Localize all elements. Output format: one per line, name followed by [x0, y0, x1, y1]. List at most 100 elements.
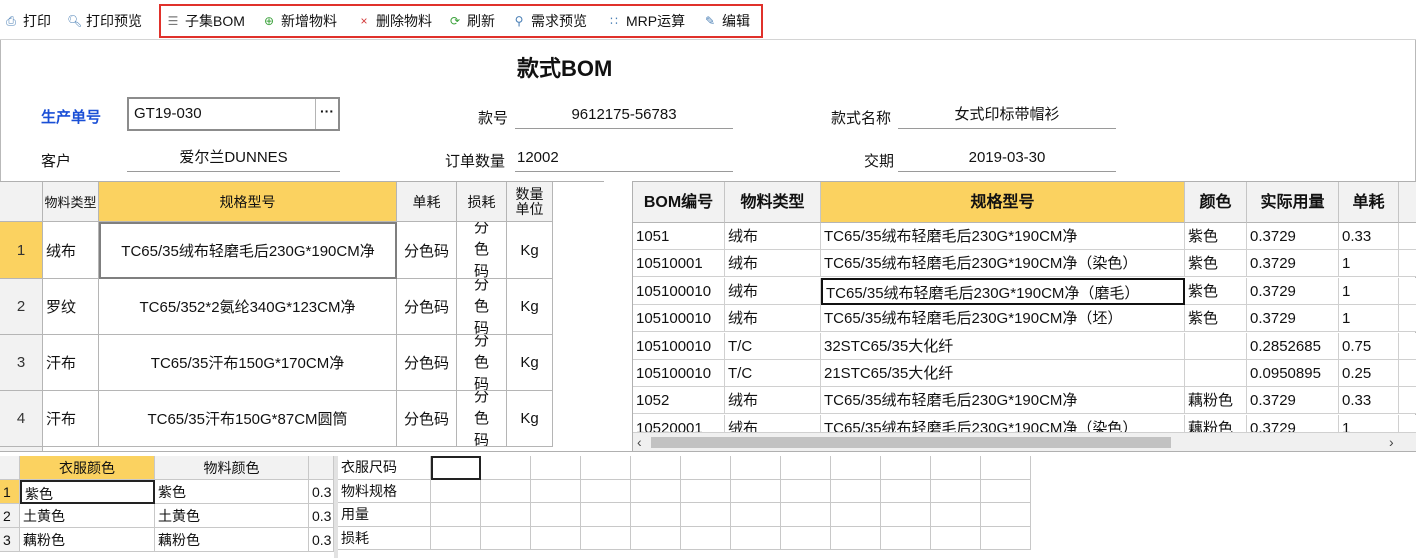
cell-unit-usage[interactable]: 1	[1339, 250, 1399, 278]
row-number[interactable]: 2	[0, 279, 43, 335]
cell-garment-color[interactable]: 藕粉色	[20, 528, 155, 552]
cell-bom-no[interactable]: 105100010	[633, 277, 725, 305]
order-qty-field[interactable]: 12002	[515, 147, 733, 172]
size-grid-cell[interactable]	[881, 526, 931, 550]
add-material-button[interactable]: ⊕ 新增物料	[262, 11, 337, 31]
demand-preview-button[interactable]: ⚲ 需求预览	[512, 11, 587, 31]
delete-material-button[interactable]: × 删除物料	[357, 11, 432, 31]
size-grid-cell[interactable]	[431, 526, 481, 550]
col-header-spec[interactable]: 规格型号	[99, 182, 397, 222]
col-header-usage[interactable]: 单耗	[397, 182, 457, 222]
size-grid-cell[interactable]	[581, 526, 631, 550]
cell-actual-qty[interactable]: 0.0950895	[1247, 360, 1339, 387]
hscroll-thumb[interactable]	[651, 437, 1171, 448]
cell-material-color[interactable]: 紫色	[155, 480, 309, 504]
cell-color[interactable]: 藕粉色	[1185, 387, 1247, 415]
mrp-run-button[interactable]: ∷ MRP运算	[607, 11, 685, 31]
size-grid-cell[interactable]	[731, 526, 781, 550]
style-no-field[interactable]: 9612175-56783	[515, 104, 733, 129]
order-no-field[interactable]: GT19-030 ···	[127, 97, 340, 131]
cell-unit-usage[interactable]: 1	[1339, 277, 1399, 305]
size-grid-cell[interactable]	[681, 479, 731, 503]
cell-spec[interactable]: TC65/35绒布轻磨毛后230G*190CM净（坯）	[821, 305, 1185, 333]
size-grid-cell[interactable]	[831, 503, 881, 527]
size-grid-cell[interactable]	[781, 479, 831, 503]
edit-button[interactable]: ✎ 编辑	[703, 11, 750, 31]
cell-unit[interactable]: Kg	[507, 335, 553, 391]
row-number[interactable]: 3	[0, 528, 20, 552]
size-grid-cell[interactable]	[931, 503, 981, 527]
size-grid-cell[interactable]	[931, 479, 981, 503]
cell-garment-color-selected[interactable]: 紫色	[20, 480, 155, 504]
cell-spec-selected[interactable]: TC65/35绒布轻磨毛后230G*190CM净（磨毛）	[821, 277, 1185, 305]
cell-actual-qty[interactable]: 0.3729	[1247, 250, 1339, 278]
size-grid-cell[interactable]	[631, 479, 681, 503]
size-grid-cell[interactable]	[881, 456, 931, 480]
cell-color[interactable]	[1185, 360, 1247, 387]
size-grid-cell[interactable]	[981, 526, 1031, 550]
cell-bom-no[interactable]: 105100010	[633, 360, 725, 387]
cell-material-color[interactable]: 藕粉色	[155, 528, 309, 552]
cell-unit[interactable]: Kg	[507, 279, 553, 335]
cell-bom-no[interactable]: 1052	[633, 387, 725, 415]
cell-type[interactable]: 绒布	[43, 222, 99, 279]
cell-loss[interactable]: 分色码	[457, 335, 507, 391]
size-grid-cell[interactable]	[481, 503, 531, 527]
row-number[interactable]: 1	[0, 480, 20, 504]
col-header-color[interactable]: 颜色	[1185, 182, 1247, 223]
cell-type[interactable]: 汗布	[43, 391, 99, 447]
cell-usage[interactable]: 分色码	[397, 335, 457, 391]
scroll-right-icon[interactable]: ›	[1389, 434, 1394, 450]
cell-bom-no[interactable]: 10510001	[633, 250, 725, 278]
delivery-field[interactable]: 2019-03-30	[898, 147, 1116, 172]
cell-extra[interactable]: 0.3	[309, 480, 334, 504]
cell-filler[interactable]	[1399, 360, 1416, 387]
size-grid-cell[interactable]	[831, 526, 881, 550]
cell-type[interactable]: 绒布	[725, 387, 821, 415]
cell-type[interactable]: 绒布	[725, 305, 821, 333]
cell-spec[interactable]: 21STC65/35大化纤	[821, 360, 1185, 387]
size-grid-cell[interactable]	[881, 479, 931, 503]
size-grid-cell[interactable]	[481, 526, 531, 550]
cell-spec[interactable]: 32STC65/35大化纤	[821, 332, 1185, 360]
cell-unit-usage[interactable]: 0.75	[1339, 332, 1399, 360]
cell-type[interactable]: T/C	[725, 332, 821, 360]
size-grid-cell[interactable]	[631, 503, 681, 527]
cell-filler[interactable]	[1399, 250, 1416, 278]
row-number[interactable]: 3	[0, 335, 43, 391]
cell-type[interactable]: 绒布	[725, 223, 821, 250]
size-grid-cell[interactable]	[431, 456, 481, 480]
row-number[interactable]: 4	[0, 391, 43, 447]
cell-actual-qty[interactable]: 0.3729	[1247, 277, 1339, 305]
cell-usage[interactable]: 分色码	[397, 279, 457, 335]
cell-extra[interactable]: 0.3	[309, 528, 334, 552]
size-grid-cell[interactable]	[981, 479, 1031, 503]
size-grid-cell[interactable]	[781, 526, 831, 550]
size-grid-cell[interactable]	[581, 456, 631, 480]
size-grid-cell[interactable]	[431, 503, 481, 527]
size-grid-cell[interactable]	[881, 503, 931, 527]
sub-bom-button[interactable]: ☰ 子集BOM	[166, 11, 245, 31]
cell-unit-usage[interactable]: 0.33	[1339, 387, 1399, 415]
col-header-type[interactable]: 物料类型	[725, 182, 821, 223]
size-grid-cell[interactable]	[931, 526, 981, 550]
col-header-unit[interactable]: 数量单位	[507, 182, 553, 222]
size-grid-cell[interactable]	[681, 503, 731, 527]
cell-type[interactable]: 汗布	[43, 335, 99, 391]
cell-unit[interactable]: Kg	[507, 222, 553, 279]
size-grid-cell[interactable]	[631, 456, 681, 480]
cell-filler[interactable]	[1399, 387, 1416, 415]
cell-usage[interactable]: 分色码	[397, 391, 457, 447]
cell-unit[interactable]: Kg	[507, 391, 553, 447]
cell-filler[interactable]	[1399, 223, 1416, 250]
cell-bom-no[interactable]: 1051	[633, 223, 725, 250]
col-header-bom-no[interactable]: BOM编号	[633, 182, 725, 223]
cell-type[interactable]: T/C	[725, 360, 821, 387]
size-grid-cell[interactable]	[631, 526, 681, 550]
cell-material-color[interactable]: 土黄色	[155, 504, 309, 528]
size-grid-cell[interactable]	[531, 526, 581, 550]
size-grid-cell[interactable]	[531, 456, 581, 480]
size-grid-cell[interactable]	[681, 456, 731, 480]
cell-unit-usage[interactable]: 1	[1339, 305, 1399, 333]
cell-loss[interactable]: 分色码	[457, 391, 507, 447]
